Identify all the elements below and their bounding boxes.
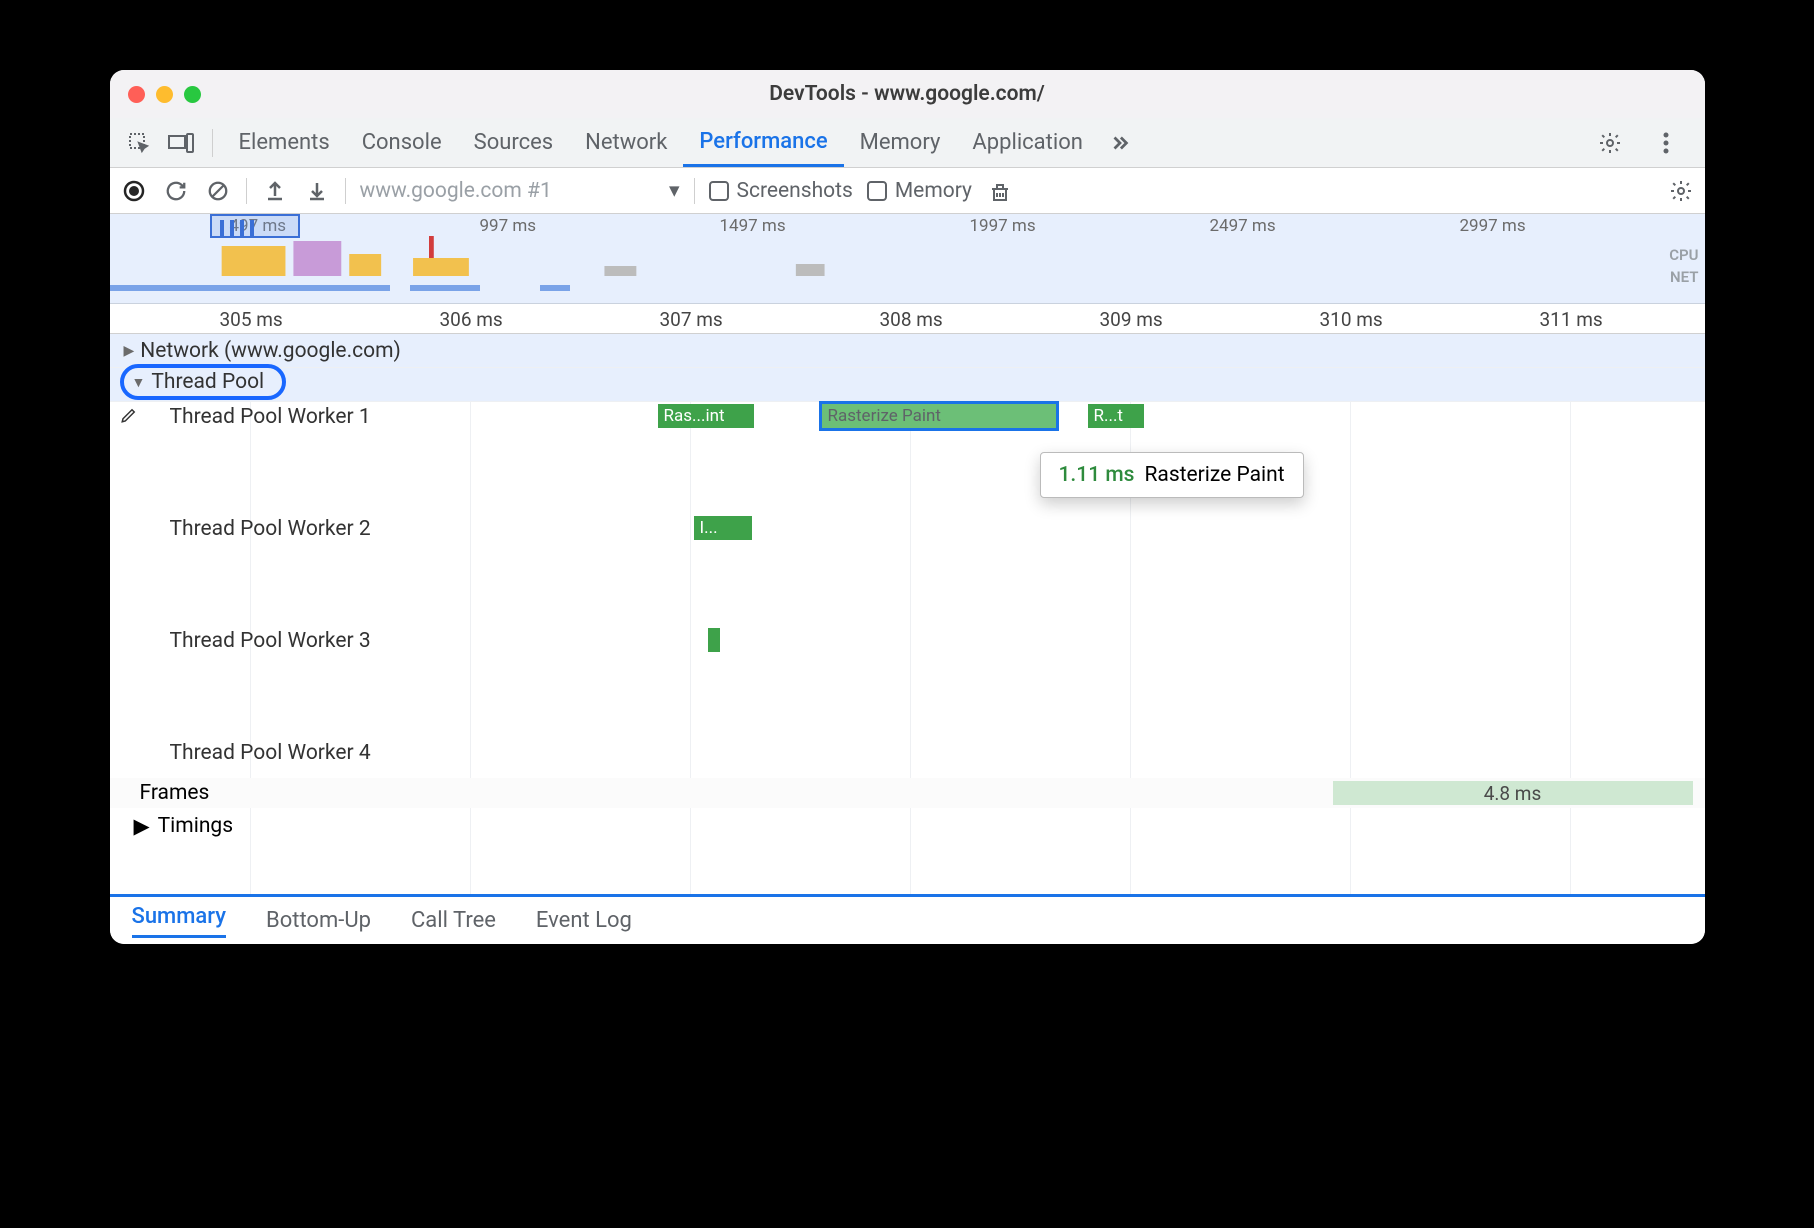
separator <box>246 178 247 204</box>
fullscreen-icon[interactable] <box>184 86 201 103</box>
kebab-menu-icon[interactable] <box>1651 128 1681 158</box>
frame-duration: 4.8 ms <box>1484 782 1542 805</box>
thread-pool-worker-track[interactable]: Thread Pool Worker 1Ras...intRasterize P… <box>110 402 1705 514</box>
viewport-handle-left[interactable] <box>220 220 224 236</box>
tooltip-event-name: Rasterize Paint <box>1144 463 1284 487</box>
minimize-icon[interactable] <box>156 86 173 103</box>
thread-pool-worker-track[interactable]: Thread Pool Worker 3 <box>110 626 1705 738</box>
reload-icon[interactable] <box>162 177 190 205</box>
timings-section-header[interactable]: ▶ Timings <box>110 808 1705 844</box>
details-tab-summary[interactable]: Summary <box>132 904 227 938</box>
tab-sources[interactable]: Sources <box>458 118 570 167</box>
tab-performance[interactable]: Performance <box>683 118 843 167</box>
record-icon[interactable] <box>120 177 148 205</box>
ruler-tick: 306 ms <box>440 308 503 331</box>
screenshots-checkbox[interactable]: Screenshots <box>709 179 853 203</box>
viewport-handle[interactable] <box>240 220 244 236</box>
overview-tick: 997 ms <box>480 216 537 236</box>
highlighted-section-marker: ▼ Thread Pool <box>120 364 287 400</box>
worker-label: Thread Pool Worker 2 <box>110 514 1705 544</box>
details-tab-call-tree[interactable]: Call Tree <box>411 908 496 933</box>
overview-tick: 2497 ms <box>1210 216 1276 236</box>
frames-row[interactable]: Frames 4.8 ms <box>110 778 1705 808</box>
edit-icon[interactable] <box>120 406 138 424</box>
ruler-tick: 309 ms <box>1100 308 1163 331</box>
flame-event[interactable]: R...t <box>1088 404 1144 428</box>
tab-application[interactable]: Application <box>956 118 1098 167</box>
viewport-handle[interactable] <box>230 220 234 236</box>
inspect-icon[interactable] <box>124 128 154 158</box>
details-tabbar: Summary Bottom-Up Call Tree Event Log <box>110 894 1705 944</box>
screenshots-label: Screenshots <box>737 179 853 203</box>
settings-icon[interactable] <box>1595 128 1625 158</box>
tooltip-duration: 1.11 ms <box>1059 463 1135 487</box>
tab-network[interactable]: Network <box>569 118 683 167</box>
separator <box>694 178 695 204</box>
flame-event[interactable]: Ras...int <box>658 404 754 428</box>
overview-side-labels: CPU NET <box>1669 244 1698 288</box>
tab-console[interactable]: Console <box>346 118 458 167</box>
devtools-window: DevTools - www.google.com/ ElementsConso… <box>110 70 1705 944</box>
chevron-down-icon: ▾ <box>669 178 680 203</box>
ruler-tick: 308 ms <box>880 308 943 331</box>
separator <box>212 129 213 157</box>
performance-toolbar: www.google.com #1 ▾ Screenshots Memory <box>110 168 1705 214</box>
timeline-ruler[interactable]: 305 ms 306 ms 307 ms 308 ms 309 ms 310 ms 311 … <box>110 304 1705 334</box>
details-tab-bottom-up[interactable]: Bottom-Up <box>266 908 371 933</box>
panel-tabbar: ElementsConsoleSourcesNetworkPerformance… <box>110 118 1705 168</box>
flame-event[interactable] <box>708 628 720 652</box>
overview-network <box>110 285 1705 295</box>
worker-label: Thread Pool Worker 3 <box>110 626 1705 656</box>
worker-label: Thread Pool Worker 4 <box>110 738 1705 768</box>
flame-event[interactable]: Rasterize Paint <box>822 404 1056 428</box>
chevron-right-icon: ▶ <box>124 343 135 359</box>
timings-label: Timings <box>158 814 233 838</box>
download-icon[interactable] <box>303 177 331 205</box>
details-tab-event-log[interactable]: Event Log <box>536 908 632 933</box>
ruler-tick: 311 ms <box>1540 308 1603 331</box>
traffic-lights <box>128 86 201 103</box>
ruler-tick: 310 ms <box>1320 308 1383 331</box>
tab-memory[interactable]: Memory <box>844 118 957 167</box>
frames-label: Frames <box>140 781 210 805</box>
garbage-collect-icon[interactable] <box>986 177 1014 205</box>
overview-flame <box>110 236 1705 276</box>
more-tabs-icon[interactable] <box>1105 128 1135 158</box>
memory-label: Memory <box>895 179 972 203</box>
upload-icon[interactable] <box>261 177 289 205</box>
overview-tick: 2997 ms <box>1460 216 1526 236</box>
chevron-down-icon: ▼ <box>132 374 146 391</box>
overview-tick: 1997 ms <box>970 216 1036 236</box>
thread-pool-section-header[interactable]: ▼ Thread Pool <box>110 368 1705 402</box>
thread-pool-worker-track[interactable]: Thread Pool Worker 4 <box>110 738 1705 778</box>
tab-elements[interactable]: Elements <box>223 118 346 167</box>
ruler-tick: 307 ms <box>660 308 723 331</box>
capture-settings-icon[interactable] <box>1667 177 1695 205</box>
frame-bar[interactable]: 4.8 ms <box>1333 781 1693 805</box>
titlebar: DevTools - www.google.com/ <box>110 70 1705 118</box>
flame-event[interactable]: I... <box>694 516 752 540</box>
thread-pool-worker-track[interactable]: Thread Pool Worker 2I... <box>110 514 1705 626</box>
event-tooltip: 1.11 ms Rasterize Paint <box>1040 452 1304 498</box>
memory-checkbox[interactable]: Memory <box>867 179 972 203</box>
profile-selector[interactable]: www.google.com #1 ▾ <box>360 178 680 203</box>
flamechart[interactable]: ▶ Network (www.google.com) ▼ Thread Pool… <box>110 334 1705 894</box>
separator <box>345 178 346 204</box>
viewport-handle-right[interactable] <box>250 220 254 236</box>
close-icon[interactable] <box>128 86 145 103</box>
clear-icon[interactable] <box>204 177 232 205</box>
device-toggle-icon[interactable] <box>166 128 196 158</box>
window-title: DevTools - www.google.com/ <box>110 82 1705 106</box>
thread-pool-section-label: Thread Pool <box>151 370 264 394</box>
timeline-overview[interactable]: 497 ms997 ms1497 ms1997 ms2497 ms2997 ms <box>110 214 1705 304</box>
overview-viewport[interactable] <box>210 214 300 238</box>
profile-selector-text: www.google.com #1 <box>360 179 552 203</box>
network-section-label: Network (www.google.com) <box>140 339 401 363</box>
ruler-tick: 305 ms <box>220 308 283 331</box>
network-section-header[interactable]: ▶ Network (www.google.com) <box>110 334 1705 368</box>
chevron-right-icon: ▶ <box>134 814 150 839</box>
overview-tick: 1497 ms <box>720 216 786 236</box>
